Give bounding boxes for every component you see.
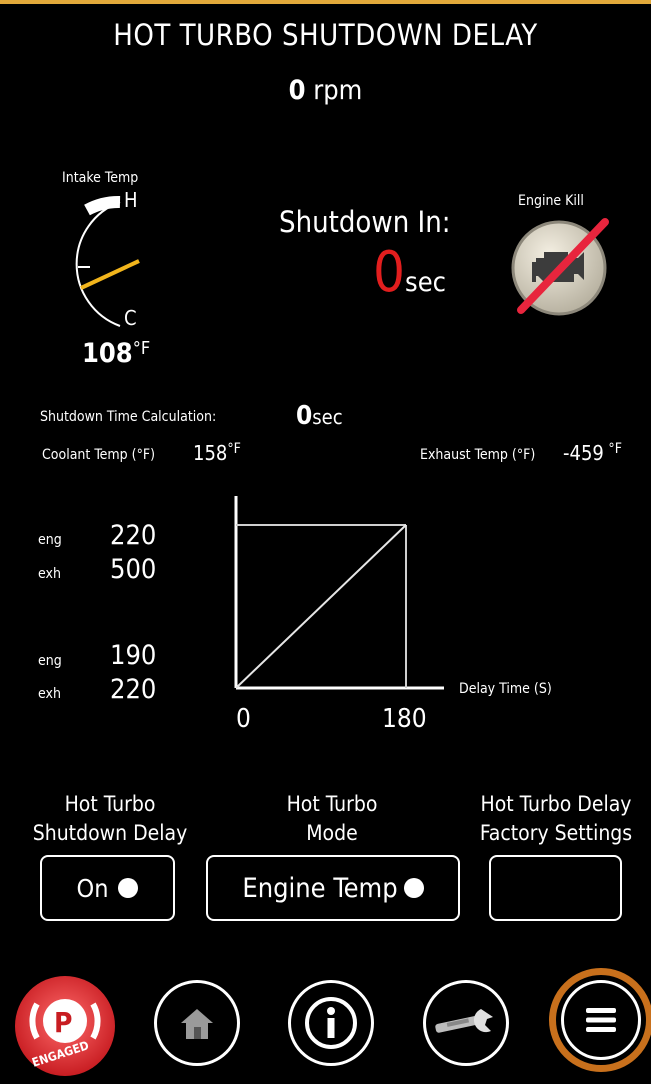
lower-eng-label: eng bbox=[38, 653, 62, 669]
shutdown-delay-toggle-button[interactable]: On bbox=[40, 855, 175, 921]
gauge-high-label: H bbox=[124, 188, 138, 212]
shutdown-delay-heading-line1: Hot Turbo bbox=[64, 792, 156, 816]
exhaust-temp-readout: -459 °F bbox=[563, 441, 622, 465]
shutdown-countdown: 0sec bbox=[373, 240, 446, 305]
lower-eng-value: 190 bbox=[110, 640, 157, 671]
shutdown-delay-heading: Hot Turbo Shutdown Delay bbox=[18, 790, 202, 848]
park-brake-label: P bbox=[54, 1006, 73, 1039]
delay-axis-label: Delay Time (S) bbox=[459, 681, 552, 697]
top-accent-bar bbox=[0, 0, 651, 4]
lower-exh-value: 220 bbox=[110, 674, 157, 705]
exhaust-temp-label: Exhaust Temp (°F) bbox=[420, 447, 536, 463]
page-title: HOT TURBO SHUTDOWN DELAY bbox=[113, 18, 538, 52]
menu-button[interactable] bbox=[549, 968, 651, 1072]
shutdown-unit: sec bbox=[405, 267, 447, 298]
rpm-readout: 0 rpm bbox=[0, 75, 651, 106]
factory-settings-heading: Hot Turbo Delay Factory Settings bbox=[464, 790, 648, 848]
shutdown-calc-label: Shutdown Time Calculation: bbox=[40, 409, 217, 425]
factory-settings-button[interactable] bbox=[489, 855, 622, 921]
gauge-low-label: C bbox=[124, 306, 137, 330]
upper-eng-label: eng bbox=[38, 532, 62, 548]
factory-settings-heading-line2: Factory Settings bbox=[479, 821, 633, 845]
mode-indicator-dot bbox=[403, 878, 424, 898]
mode-heading: Hot Turbo Mode bbox=[240, 790, 424, 848]
delay-axis-max: 180 bbox=[382, 704, 427, 734]
rpm-unit: rpm bbox=[313, 75, 363, 106]
exhaust-temp-value: -459 bbox=[563, 441, 604, 465]
mode-heading-line2: Mode bbox=[306, 821, 358, 845]
info-button[interactable] bbox=[288, 980, 374, 1066]
shutdown-calc-value: 0 bbox=[296, 401, 313, 431]
upper-exh-value: 500 bbox=[110, 554, 157, 585]
coolant-temp-unit: °F bbox=[227, 441, 241, 457]
wrench-icon bbox=[435, 1009, 493, 1033]
shutdown-seconds: 0 bbox=[373, 240, 406, 305]
shutdown-delay-heading-line2: Shutdown Delay bbox=[32, 821, 188, 845]
intake-temp-gauge bbox=[75, 196, 140, 327]
intake-temp-label: Intake Temp bbox=[62, 170, 139, 186]
home-button[interactable] bbox=[154, 980, 240, 1066]
shutdown-in-label: Shutdown In: bbox=[279, 205, 451, 239]
engine-kill-button[interactable] bbox=[509, 218, 609, 318]
mode-value: Engine Temp bbox=[242, 872, 398, 904]
upper-exh-label: exh bbox=[38, 566, 61, 582]
delay-axis-min: 0 bbox=[236, 704, 251, 734]
toggle-indicator-dot bbox=[118, 878, 139, 898]
gauge-hot-zone bbox=[84, 196, 121, 216]
factory-settings-heading-line1: Hot Turbo Delay bbox=[480, 792, 632, 816]
coolant-temp-value: 158 bbox=[193, 441, 228, 465]
shutdown-calc-unit: sec bbox=[312, 405, 343, 429]
delay-time-graph bbox=[234, 496, 444, 690]
intake-temp-value: 108 bbox=[82, 338, 133, 369]
graph-delay-ramp bbox=[235, 524, 407, 689]
coolant-temp-readout: 158°F bbox=[193, 441, 241, 465]
upper-eng-value: 220 bbox=[110, 520, 157, 551]
engine-kill-label: Engine Kill bbox=[518, 193, 584, 209]
exhaust-temp-unit: °F bbox=[608, 441, 622, 457]
menu-inner-ring bbox=[561, 980, 641, 1060]
intake-temp-unit: °F bbox=[132, 338, 151, 359]
mode-heading-line1: Hot Turbo bbox=[286, 792, 378, 816]
intake-temp-readout: 108°F bbox=[82, 338, 150, 369]
lower-exh-label: exh bbox=[38, 686, 61, 702]
info-icon bbox=[305, 997, 357, 1049]
settings-button[interactable] bbox=[423, 980, 509, 1066]
mode-select-button[interactable]: Engine Temp bbox=[206, 855, 460, 921]
shutdown-calc-readout: 0sec bbox=[296, 401, 343, 431]
check-engine-icon bbox=[511, 218, 609, 316]
gauge-arc bbox=[75, 201, 121, 327]
gauge-needle bbox=[80, 259, 140, 290]
home-icon bbox=[181, 1009, 213, 1039]
park-brake-button[interactable]: P ENGAGED bbox=[13, 976, 117, 1080]
menu-icon bbox=[586, 1008, 616, 1032]
coolant-temp-label: Coolant Temp (°F) bbox=[42, 447, 156, 463]
rpm-value: 0 bbox=[288, 75, 306, 106]
shutdown-delay-value: On bbox=[76, 873, 109, 903]
